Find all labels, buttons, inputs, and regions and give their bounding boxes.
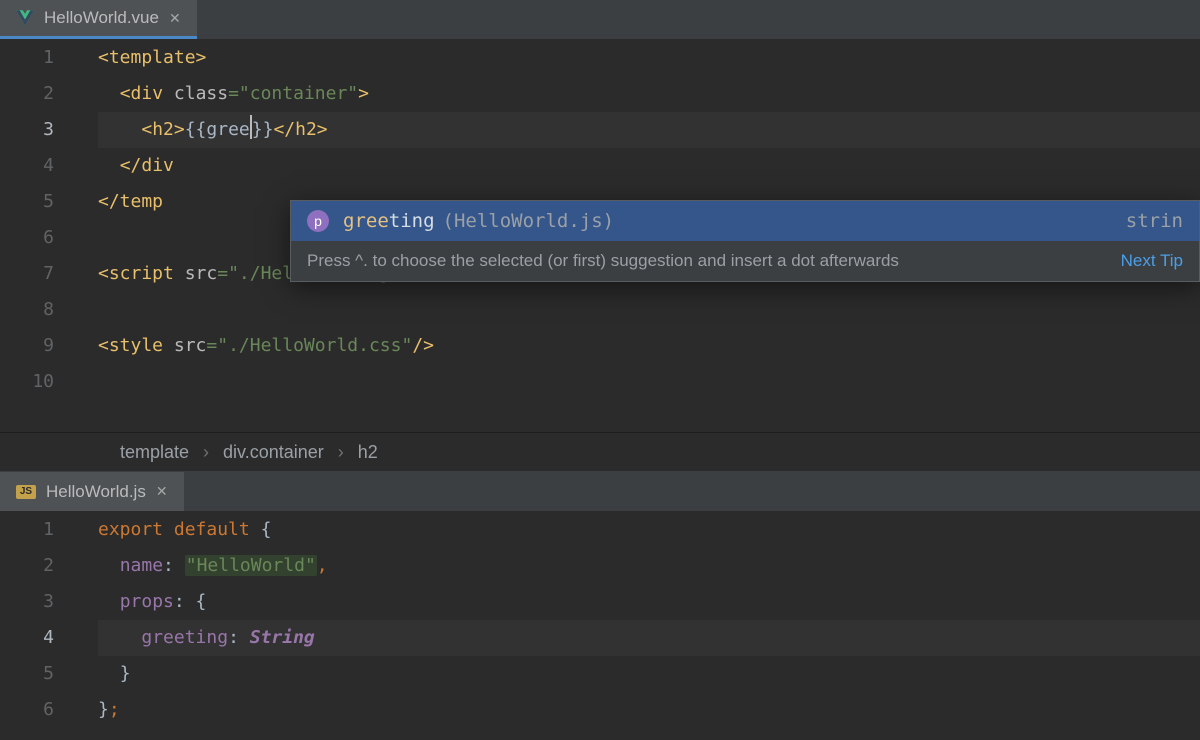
tab-bar-top: HelloWorld.vue ✕ (0, 0, 1200, 40)
tab-label: HelloWorld.vue (44, 8, 159, 28)
code-area[interactable]: export default { name: "HelloWorld", pro… (80, 512, 1200, 728)
chevron-right-icon: › (338, 442, 344, 463)
tab-helloworld-js[interactable]: JS HelloWorld.js ✕ (0, 472, 184, 511)
js-icon: JS (16, 485, 36, 499)
gutter: 1 2 3 4 5 6 (0, 512, 80, 728)
autocomplete-popup: p greeting (HelloWorld.js) strin Press ^… (290, 200, 1200, 282)
next-tip-link[interactable]: Next Tip (1121, 251, 1183, 271)
breadcrumb-item[interactable]: div.container (223, 442, 324, 463)
editor-vue[interactable]: 1 2 3 4 5 6 7 8 9 10 <template> <div cla… (0, 40, 1200, 432)
breadcrumb-item[interactable]: template (120, 442, 189, 463)
property-icon: p (307, 210, 329, 232)
code-area[interactable]: <template> <div class="container"> <h2>{… (80, 40, 1200, 432)
tab-bar-bottom: JS HelloWorld.js ✕ (0, 472, 1200, 512)
autocomplete-hint: Press ^. to choose the selected (or firs… (291, 241, 1199, 281)
close-icon[interactable]: ✕ (169, 10, 181, 27)
breadcrumb: template › div.container › h2 (0, 432, 1200, 472)
tab-label: HelloWorld.js (46, 482, 146, 502)
autocomplete-item[interactable]: p greeting (HelloWorld.js) strin (291, 201, 1199, 241)
gutter: 1 2 3 4 5 6 7 8 9 10 (0, 40, 80, 432)
breadcrumb-item[interactable]: h2 (358, 442, 378, 463)
close-icon[interactable]: ✕ (156, 483, 168, 500)
chevron-right-icon: › (203, 442, 209, 463)
editor-js[interactable]: 1 2 3 4 5 6 export default { name: "Hell… (0, 512, 1200, 728)
vue-icon (16, 10, 34, 26)
tab-helloworld-vue[interactable]: HelloWorld.vue ✕ (0, 0, 197, 39)
